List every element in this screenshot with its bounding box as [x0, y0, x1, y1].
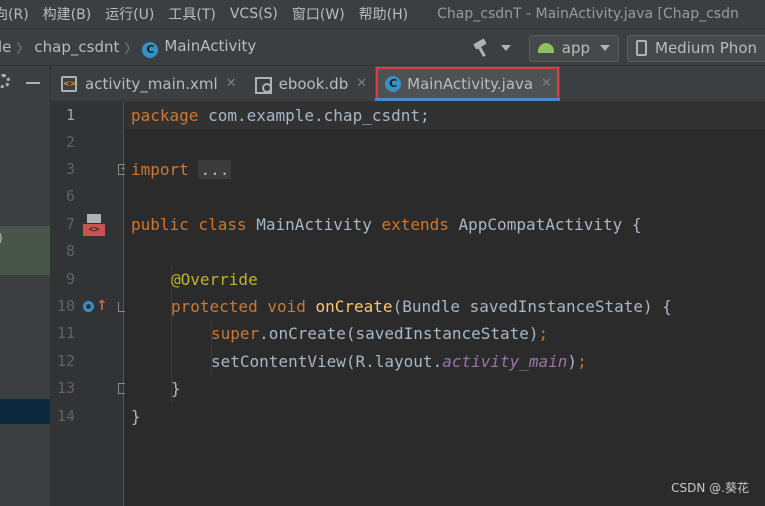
line-number: 7	[65, 215, 75, 233]
menu-run[interactable]: 运行(U)	[98, 4, 161, 24]
line-number: 10	[56, 297, 75, 315]
menu-help[interactable]: 帮助(H)	[352, 4, 415, 24]
watermark: CSDN @.葵花	[671, 481, 749, 495]
related-xml-layout-icon[interactable]: <>	[83, 214, 105, 236]
line-number: 6	[65, 187, 75, 205]
run-config-select[interactable]: app	[528, 34, 620, 62]
navigation-bar: le 〉 chap_csdnt 〉 C MainActivity app Medi…	[0, 28, 765, 66]
tab-label: ebook.db	[278, 74, 349, 93]
close-icon[interactable]: ✕	[541, 76, 552, 91]
code-line-3: import ...	[131, 160, 232, 179]
database-file-icon	[254, 76, 272, 94]
code-line-7: public class MainActivity extends AppCom…	[131, 215, 642, 234]
menu-bar: 向(R) 构建(B) 运行(U) 工具(T) VCS(S) 窗口(W) 帮助(H…	[0, 0, 765, 28]
up-arrow-icon: ↑	[96, 298, 108, 314]
close-icon[interactable]: ✕	[226, 76, 237, 91]
breadcrumb-package[interactable]: chap_csdnt	[34, 38, 119, 56]
project-tree-selection[interactable]	[0, 226, 50, 275]
code-line-10: protected void onCreate(Bundle savedInst…	[171, 297, 672, 316]
chevron-down-icon	[600, 45, 611, 51]
menu-build[interactable]: 构建(B)	[36, 4, 99, 24]
toolbar-right: app Medium Phon	[471, 29, 765, 67]
code-line-12: setContentView(R.layout.activity_main);	[211, 352, 587, 371]
device-label: Medium Phon	[655, 39, 757, 57]
breadcrumb-separator-icon: 〉	[16, 41, 30, 57]
xml-tag-icon: <>	[83, 224, 105, 236]
breadcrumb-separator-icon: 〉	[124, 41, 138, 57]
code-line-14: }	[131, 407, 141, 426]
code-line-13: }	[171, 379, 181, 398]
line-number: 2	[65, 133, 75, 151]
tab-label: activity_main.xml	[85, 74, 218, 93]
breadcrumb-class[interactable]: C MainActivity	[142, 37, 256, 58]
menu-window[interactable]: 窗口(W)	[285, 4, 352, 24]
line-number: 9	[65, 270, 75, 288]
java-class-icon: C	[142, 41, 159, 58]
paren-fragment-icon: )	[0, 231, 3, 245]
menu-vcs[interactable]: VCS(S)	[223, 6, 285, 22]
chevron-down-icon[interactable]	[500, 45, 511, 51]
line-number: 13	[56, 379, 75, 397]
editor-gutter[interactable]: 1 2 3 6 7 8 9 10 11 12 13 14 + <> ↑	[51, 102, 129, 506]
tab-main-activity-java[interactable]: C MainActivity.java ✕	[375, 66, 560, 101]
line-number: 12	[56, 352, 75, 370]
code-line-9: @Override	[171, 270, 258, 289]
breadcrumb-class-label: MainActivity	[164, 36, 257, 55]
menu-navigate[interactable]: 向(R)	[0, 4, 36, 24]
gear-icon[interactable]	[0, 74, 10, 88]
document-icon	[87, 214, 101, 223]
code-line-1: package com.example.chap_csdnt;	[131, 106, 430, 125]
project-tree-focus-row[interactable]	[0, 399, 50, 424]
android-icon	[537, 43, 554, 53]
java-class-icon: C	[385, 75, 402, 92]
line-number: 8	[65, 242, 75, 260]
line-number: 1	[65, 106, 75, 124]
editor-tab-bar: <> activity_main.xml ✕ ebook.db ✕ C Main…	[51, 66, 765, 102]
build-hammer-icon[interactable]	[471, 37, 493, 59]
code-editor[interactable]: package com.example.chap_csdnt; import .…	[125, 102, 765, 506]
collapse-minus-icon[interactable]	[26, 82, 40, 84]
overrides-method-icon[interactable]: ↑	[83, 298, 108, 315]
override-circle-icon	[83, 301, 94, 312]
device-select[interactable]: Medium Phon	[627, 34, 765, 62]
tab-ebook-db[interactable]: ebook.db ✕	[245, 66, 376, 101]
window-title: Chap_csdnT - MainActivity.java [Chap_csd…	[437, 6, 739, 22]
tab-activity-main-xml[interactable]: <> activity_main.xml ✕	[51, 66, 245, 101]
code-line-11: super.onCreate(savedInstanceState);	[211, 324, 549, 343]
line-number: 3	[65, 160, 75, 178]
run-config-label: app	[561, 39, 591, 57]
close-icon[interactable]: ✕	[356, 76, 367, 91]
line-number: 14	[56, 407, 75, 425]
line-number: 11	[56, 324, 75, 342]
project-tool-window-edge: )	[0, 66, 51, 506]
breadcrumb-module[interactable]: le	[0, 38, 11, 56]
phone-icon	[636, 40, 648, 56]
xml-file-icon: <>	[61, 75, 77, 92]
menu-tools[interactable]: 工具(T)	[161, 4, 222, 24]
tab-label: MainActivity.java	[407, 74, 534, 93]
folded-imports[interactable]: ...	[198, 160, 232, 179]
